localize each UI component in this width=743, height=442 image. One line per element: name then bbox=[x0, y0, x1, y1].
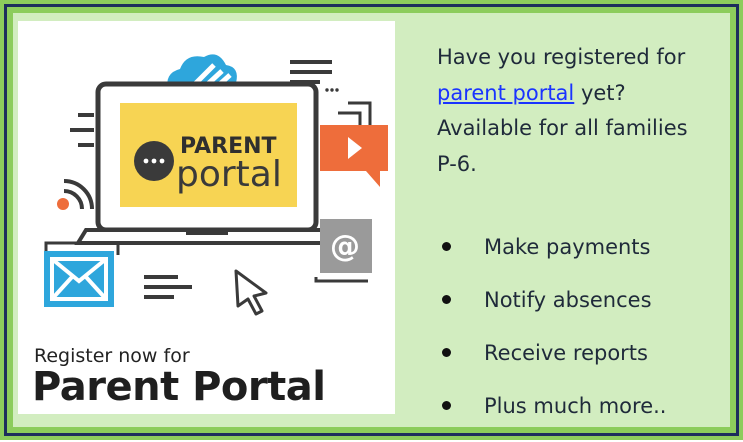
cursor-arrow-icon bbox=[234, 269, 268, 316]
parent-portal-promo-image: PARENT portal @ Register now for Parent … bbox=[18, 21, 395, 414]
speech-dots-icon bbox=[134, 141, 174, 181]
envelope-icon bbox=[44, 241, 120, 307]
promo-illustration: PARENT portal @ bbox=[44, 54, 388, 316]
info-column: Have you registered for parent portal ye… bbox=[437, 40, 727, 418]
bullet-icon bbox=[442, 401, 451, 410]
intro-line-1: Have you registered for bbox=[437, 45, 686, 69]
screen-subtitle: portal bbox=[176, 154, 282, 195]
intro-text: Have you registered for parent portal ye… bbox=[437, 40, 727, 182]
list-item-label: Make payments bbox=[484, 235, 651, 259]
list-item-label: Plus much more.. bbox=[484, 394, 667, 418]
intro-line-2-suffix: yet? bbox=[574, 80, 626, 105]
list-item-label: Receive reports bbox=[484, 341, 648, 365]
at-sign-text: @ bbox=[330, 229, 360, 264]
page-frame: PARENT portal @ Register now for Parent … bbox=[0, 0, 743, 440]
parent-portal-link[interactable]: parent portal bbox=[437, 81, 574, 105]
bullet-icon bbox=[442, 295, 451, 304]
intro-line-4: P-6. bbox=[437, 151, 477, 176]
rss-icon bbox=[57, 179, 94, 210]
list-item-label: Notify absences bbox=[484, 288, 652, 312]
register-title: Parent Portal bbox=[32, 364, 326, 410]
intro-line-3: Available for all families bbox=[437, 116, 688, 140]
bullet-icon bbox=[442, 348, 451, 357]
at-sign-icon: @ bbox=[314, 219, 372, 283]
bullet-icon bbox=[442, 242, 451, 251]
video-play-icon bbox=[320, 125, 388, 187]
intro-line-2: parent portal yet? bbox=[437, 76, 727, 112]
